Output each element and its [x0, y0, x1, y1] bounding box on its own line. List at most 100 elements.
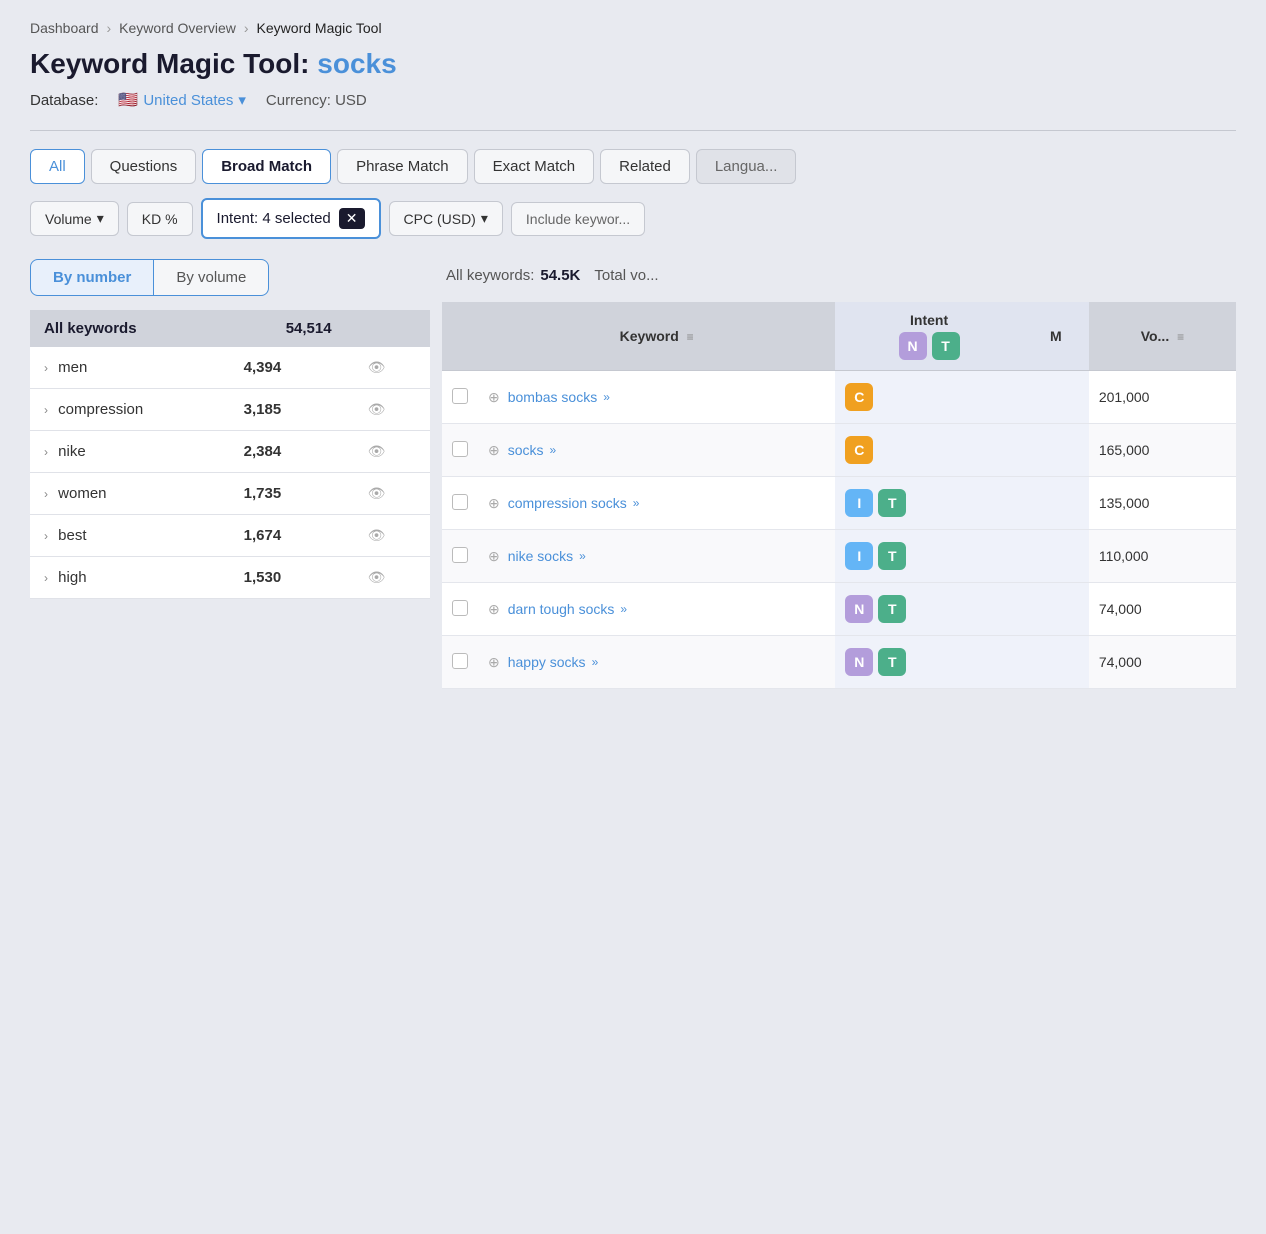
group-name: men [58, 359, 87, 376]
keyword-link[interactable]: ⊕ darn tough socks » [488, 601, 825, 618]
expand-icon: » [579, 549, 586, 563]
add-icon: ⊕ [488, 654, 500, 671]
all-keywords-count: 54.5K [540, 267, 580, 284]
kd-filter[interactable]: KD % [127, 202, 193, 236]
tab-broad-match[interactable]: Broad Match [202, 149, 331, 184]
expand-icon: » [603, 390, 610, 404]
volume-filter[interactable]: Volume ▾ [30, 201, 119, 236]
expand-icon: » [592, 655, 599, 669]
badge-t: T [878, 542, 906, 570]
list-item[interactable]: › nike 2,384 👁 [30, 431, 430, 473]
row-checkbox[interactable] [452, 600, 468, 616]
table-row: ⊕ socks » C 165,000 [442, 424, 1236, 477]
eye-icon[interactable]: 👁 [368, 569, 386, 585]
database-row: Database: 🇺🇸 United States ▾ Currency: U… [30, 90, 1236, 110]
add-icon: ⊕ [488, 442, 500, 459]
keywords-summary-bar: All keywords: 54.5K Total vo... [442, 259, 1236, 292]
intent-cell: I T [835, 477, 1023, 530]
breadcrumb: Dashboard › Keyword Overview › Keyword M… [30, 20, 1236, 36]
breadcrumb-sep-1: › [107, 20, 112, 36]
keyword-link[interactable]: ⊕ happy socks » [488, 654, 825, 671]
page-title-prefix: Keyword Magic Tool: [30, 48, 317, 79]
table-row: ⊕ nike socks » I T 110,000 [442, 530, 1236, 583]
eye-icon[interactable]: 👁 [368, 527, 386, 543]
total-vol-label: Total vo... [594, 267, 658, 284]
keyword-groups-table: All keywords 54,514 › men 4,394 👁 [30, 310, 430, 599]
eye-icon[interactable]: 👁 [368, 359, 386, 375]
intent-cell: I T [835, 530, 1023, 583]
list-item[interactable]: › men 4,394 👁 [30, 347, 430, 389]
sidebar-header-label: All keywords [30, 310, 230, 347]
tab-exact-match[interactable]: Exact Match [474, 149, 595, 184]
breadcrumb-dashboard[interactable]: Dashboard [30, 20, 99, 36]
keyword-col-header: Keyword ≡ [478, 302, 835, 371]
keyword-link[interactable]: ⊕ socks » [488, 442, 825, 459]
keyword-text: darn tough socks [508, 601, 615, 617]
tab-all[interactable]: All [30, 149, 85, 184]
expand-icon: » [550, 443, 557, 457]
badge-n: N [845, 595, 873, 623]
row-checkbox[interactable] [452, 547, 468, 563]
sort-icon: ≡ [687, 330, 694, 344]
tab-questions[interactable]: Questions [91, 149, 197, 184]
by-number-toggle[interactable]: By number [30, 259, 154, 296]
volume-label: Volume [45, 211, 92, 227]
sort-icon: ≡ [1177, 330, 1184, 344]
match-col-header: M [1023, 302, 1089, 371]
intent-col-header: Intent N T [835, 302, 1023, 371]
match-cell [1023, 424, 1089, 477]
keywords-table: Keyword ≡ Intent N T M Vo... ≡ [442, 302, 1236, 689]
group-count: 2,384 [230, 431, 346, 473]
tab-language[interactable]: Langua... [696, 149, 797, 184]
row-checkbox[interactable] [452, 494, 468, 510]
all-keywords-label: All keywords: [446, 267, 534, 284]
main-content: By number By volume All keywords 54,514 … [30, 259, 1236, 689]
intent-clear-button[interactable]: ✕ [339, 208, 365, 229]
group-name: compression [58, 401, 143, 418]
list-item[interactable]: › women 1,735 👁 [30, 473, 430, 515]
group-name: women [58, 485, 106, 502]
match-cell [1023, 371, 1089, 424]
kd-label: KD % [142, 211, 178, 227]
table-row: ⊕ compression socks » I T 1 [442, 477, 1236, 530]
checkbox-header [442, 302, 478, 371]
group-count: 4,394 [230, 347, 346, 389]
group-name: nike [58, 443, 86, 460]
keyword-link[interactable]: ⊕ nike socks » [488, 548, 825, 565]
keyword-link[interactable]: ⊕ bombas socks » [488, 389, 825, 406]
group-name: best [58, 527, 86, 544]
eye-icon[interactable]: 👁 [368, 485, 386, 501]
page-title: Keyword Magic Tool: socks [30, 48, 1236, 80]
list-item[interactable]: › best 1,674 👁 [30, 515, 430, 557]
cpc-label: CPC (USD) [404, 211, 476, 227]
row-checkbox[interactable] [452, 388, 468, 404]
tab-phrase-match[interactable]: Phrase Match [337, 149, 468, 184]
tab-related[interactable]: Related [600, 149, 690, 184]
row-checkbox[interactable] [452, 653, 468, 669]
list-item[interactable]: › high 1,530 👁 [30, 557, 430, 599]
database-label: Database: [30, 92, 98, 109]
database-country: United States [143, 92, 233, 109]
keywords-table-area: All keywords: 54.5K Total vo... Keyword … [442, 259, 1236, 689]
eye-icon[interactable]: 👁 [368, 443, 386, 459]
breadcrumb-keyword-overview[interactable]: Keyword Overview [119, 20, 236, 36]
eye-icon[interactable]: 👁 [368, 401, 386, 417]
by-volume-toggle[interactable]: By volume [154, 259, 269, 296]
table-row: ⊕ bombas socks » C 201,000 [442, 371, 1236, 424]
badge-t: T [878, 648, 906, 676]
breadcrumb-sep-2: › [244, 20, 249, 36]
database-selector[interactable]: 🇺🇸 United States ▾ [118, 90, 246, 110]
badge-n: N [845, 648, 873, 676]
intent-cell: N T [835, 636, 1023, 689]
volume-cell: 74,000 [1089, 636, 1236, 689]
cpc-filter[interactable]: CPC (USD) ▾ [389, 201, 503, 236]
row-checkbox[interactable] [452, 441, 468, 457]
volume-cell: 165,000 [1089, 424, 1236, 477]
intent-filter[interactable]: Intent: 4 selected ✕ [201, 198, 381, 239]
badge-n-header: N [899, 332, 927, 360]
keyword-link[interactable]: ⊕ compression socks » [488, 495, 825, 512]
match-cell [1023, 636, 1089, 689]
list-item[interactable]: › compression 3,185 👁 [30, 389, 430, 431]
toggle-row: By number By volume [30, 259, 430, 296]
include-keywords-filter[interactable]: Include keywor... [511, 202, 645, 236]
